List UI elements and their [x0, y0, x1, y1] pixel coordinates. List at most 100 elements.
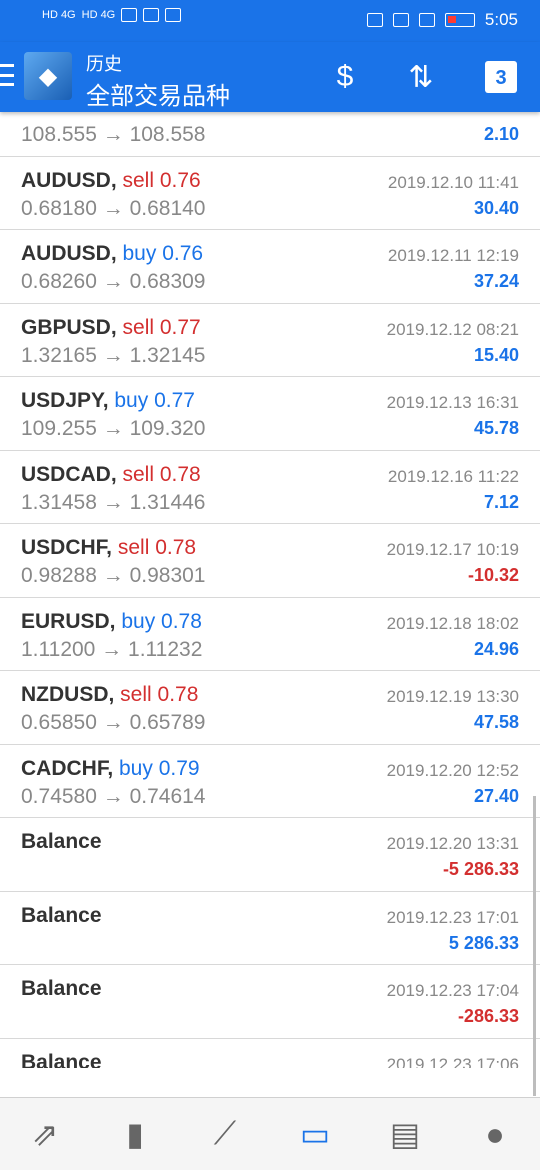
trade-side: sell 0.78 — [112, 536, 197, 559]
row-prices: 0.65850 → 0.65789 — [21, 711, 206, 734]
history-row[interactable]: Balance 2019.12.20 13:31 -5 286.33 — [0, 818, 540, 892]
row-symbol: Balance — [21, 830, 102, 854]
row-symbol: GBPUSD, sell 0.77 — [21, 316, 201, 340]
row-symbol: AUDUSD, sell 0.76 — [21, 169, 201, 193]
status-time: 5:05 — [484, 10, 518, 29]
history-row[interactable]: AUDUSD, buy 0.76 0.68260 → 0.68309 2019.12… — [0, 230, 540, 304]
trade-side: buy 0.79 — [113, 756, 200, 780]
history-row[interactable]: USDJPY, buy 0.77 109.255 → 109.320 2019.12… — [0, 377, 540, 451]
status-bar: HD 4G HD 4G 5:05 — [0, 0, 540, 42]
symbol-name: Balance — [21, 977, 102, 1000]
symbol-name: USDCHF, — [21, 536, 113, 559]
row-time: 2019.12.17 10:19 — [386, 540, 519, 559]
row-time: 2019.12.20 13:31 — [386, 834, 519, 853]
row-profit: 7.12 — [483, 491, 519, 512]
row-symbol: USDJPY, buy 0.77 — [21, 389, 195, 413]
symbol-name: CADCHF, — [21, 756, 114, 780]
row-symbol: Balance — [21, 1051, 102, 1069]
row-profit: -286.33 — [457, 1006, 519, 1026]
row-prices: 1.32165 → 1.32145 — [21, 343, 206, 367]
history-row[interactable]: Balance 2019.12.23 17:01 5 286.33 — [0, 892, 540, 965]
app-header: ◆ 历史 全部交易品种 $ ⇅ 3 — [0, 42, 540, 112]
symbol-name: USDCAD, — [21, 462, 117, 486]
trade-side: sell 0.76 — [116, 168, 201, 192]
row-profit: 2.10 — [483, 124, 519, 144]
row-profit: 47.58 — [473, 712, 519, 732]
menu-icon[interactable] — [0, 64, 14, 86]
symbol-name: EURUSD, — [21, 609, 116, 633]
history-row[interactable]: Balance 2019.12.23 17:04 -286.33 — [0, 965, 540, 1039]
row-prices: 0.68180 → 0.68140 — [21, 196, 206, 220]
trade-side: buy 0.77 — [108, 389, 195, 412]
row-profit: 27.40 — [473, 785, 519, 806]
symbol-name: AUDUSD, — [21, 242, 117, 265]
sort-icon[interactable]: ⇅ — [400, 56, 442, 98]
row-time: 2019.12.11 12:19 — [387, 246, 519, 265]
row-profit: -5 286.33 — [442, 859, 519, 879]
row-symbol: USDCAD, sell 0.78 — [21, 463, 201, 487]
symbol-name: Balance — [21, 830, 102, 853]
row-symbol: AUDUSD, buy 0.76 — [21, 242, 203, 266]
quotes-tab-icon[interactable]: ⇗ — [20, 1109, 70, 1159]
bottom-navigation: ⇗ ▮ ⟋ ▭ ▤ ● — [0, 1097, 540, 1170]
history-tab-icon[interactable]: ▭ — [290, 1109, 340, 1159]
status-right: 5:05 — [366, 10, 518, 30]
row-prices: 0.98288 → 0.98301 — [21, 564, 206, 587]
notification-icon — [143, 8, 160, 22]
symbol-name: GBPUSD, — [21, 315, 117, 339]
row-time: 2019.12.23 17:04 — [386, 981, 519, 1000]
scrollbar[interactable] — [533, 796, 536, 1096]
history-row[interactable]: USDCAD, sell 0.78 1.31458 → 1.31446 2019.1… — [0, 451, 540, 524]
symbol-name: NZDUSD, — [21, 683, 115, 706]
row-time: 2019.12.23 17:01 — [386, 907, 519, 927]
row-time: 2019.12.18 18:02 — [386, 613, 519, 633]
vibrate-icon — [418, 13, 435, 27]
symbol-name: USDJPY, — [21, 389, 109, 412]
status-left: HD 4G HD 4G — [42, 8, 182, 22]
row-time: 2019.12.16 11:22 — [387, 466, 519, 486]
wifi-icon — [121, 8, 138, 22]
row-prices: 1.31458 → 1.31446 — [21, 490, 206, 514]
battery-icon — [444, 13, 475, 27]
history-row[interactable]: CADCHF, buy 0.79 0.74580 → 0.74614 2019.12… — [0, 745, 540, 818]
row-profit: 45.78 — [473, 418, 519, 438]
nfc-icon — [366, 13, 383, 27]
history-row[interactable]: GBPUSD, sell 0.77 1.32165 → 1.32145 2019.1… — [0, 304, 540, 377]
row-profit: 15.40 — [473, 344, 519, 365]
row-prices: 0.74580 → 0.74614 — [21, 784, 206, 808]
row-time: 2019.12.12 08:21 — [386, 319, 519, 339]
history-row[interactable]: USDCHF, sell 0.78 0.98288 → 0.98301 2019.1… — [0, 524, 540, 598]
history-row[interactable]: Balance2019.12.23 17:06-5 000.00 — [0, 1039, 540, 1069]
row-symbol: CADCHF, buy 0.79 — [21, 757, 200, 781]
history-row[interactable]: NZDUSD, sell 0.78 0.65850 → 0.65789 2019.1… — [0, 671, 540, 745]
row-profit: 5 286.33 — [448, 932, 519, 953]
symbol-name: Balance — [21, 903, 102, 927]
row-profit: 30.40 — [473, 197, 519, 218]
row-time: 2019.12.10 11:41 — [387, 172, 519, 192]
symbol-filter[interactable]: 全部交易品种 — [86, 76, 230, 111]
trade-side: buy 0.76 — [116, 242, 204, 265]
bluetooth-icon — [392, 13, 409, 27]
row-symbol: EURUSD, buy 0.78 — [21, 610, 202, 634]
row-profit: -10.32 — [467, 565, 519, 585]
chat-tab-icon[interactable]: ● — [470, 1109, 520, 1159]
page-title: 历史 — [86, 54, 122, 74]
row-symbol: Balance — [21, 904, 102, 928]
history-row[interactable]: EURUSD, buy 0.78 1.11200 → 1.11232 2019.12… — [0, 598, 540, 671]
row-profit: 24.96 — [473, 638, 519, 659]
news-tab-icon[interactable]: ▤ — [380, 1109, 430, 1159]
calendar-icon[interactable]: 3 — [480, 56, 522, 98]
network-indicator-2: HD 4G — [81, 9, 116, 21]
trade-tab-icon[interactable]: ⟋ — [200, 1109, 250, 1159]
trade-side: sell 0.78 — [116, 462, 201, 486]
app-logo: ◆ — [24, 52, 72, 100]
symbol-name: AUDUSD, — [21, 168, 117, 192]
chart-tab-icon[interactable]: ▮ — [110, 1109, 160, 1159]
row-symbol: USDCHF, sell 0.78 — [21, 536, 196, 560]
history-row[interactable]: AUDUSD, sell 0.76 0.68180 → 0.68140 2019.1… — [0, 157, 540, 230]
history-list[interactable]: 108.555 → 108.558 2.10 AUDUSD, sell 0.76 0.… — [0, 83, 540, 1068]
row-symbol: Balance — [21, 977, 102, 1001]
row-prices: 1.11200 → 1.11232 — [21, 637, 203, 661]
chat-notification-icon — [165, 8, 182, 22]
currency-exchange-icon[interactable]: $ — [324, 56, 366, 98]
